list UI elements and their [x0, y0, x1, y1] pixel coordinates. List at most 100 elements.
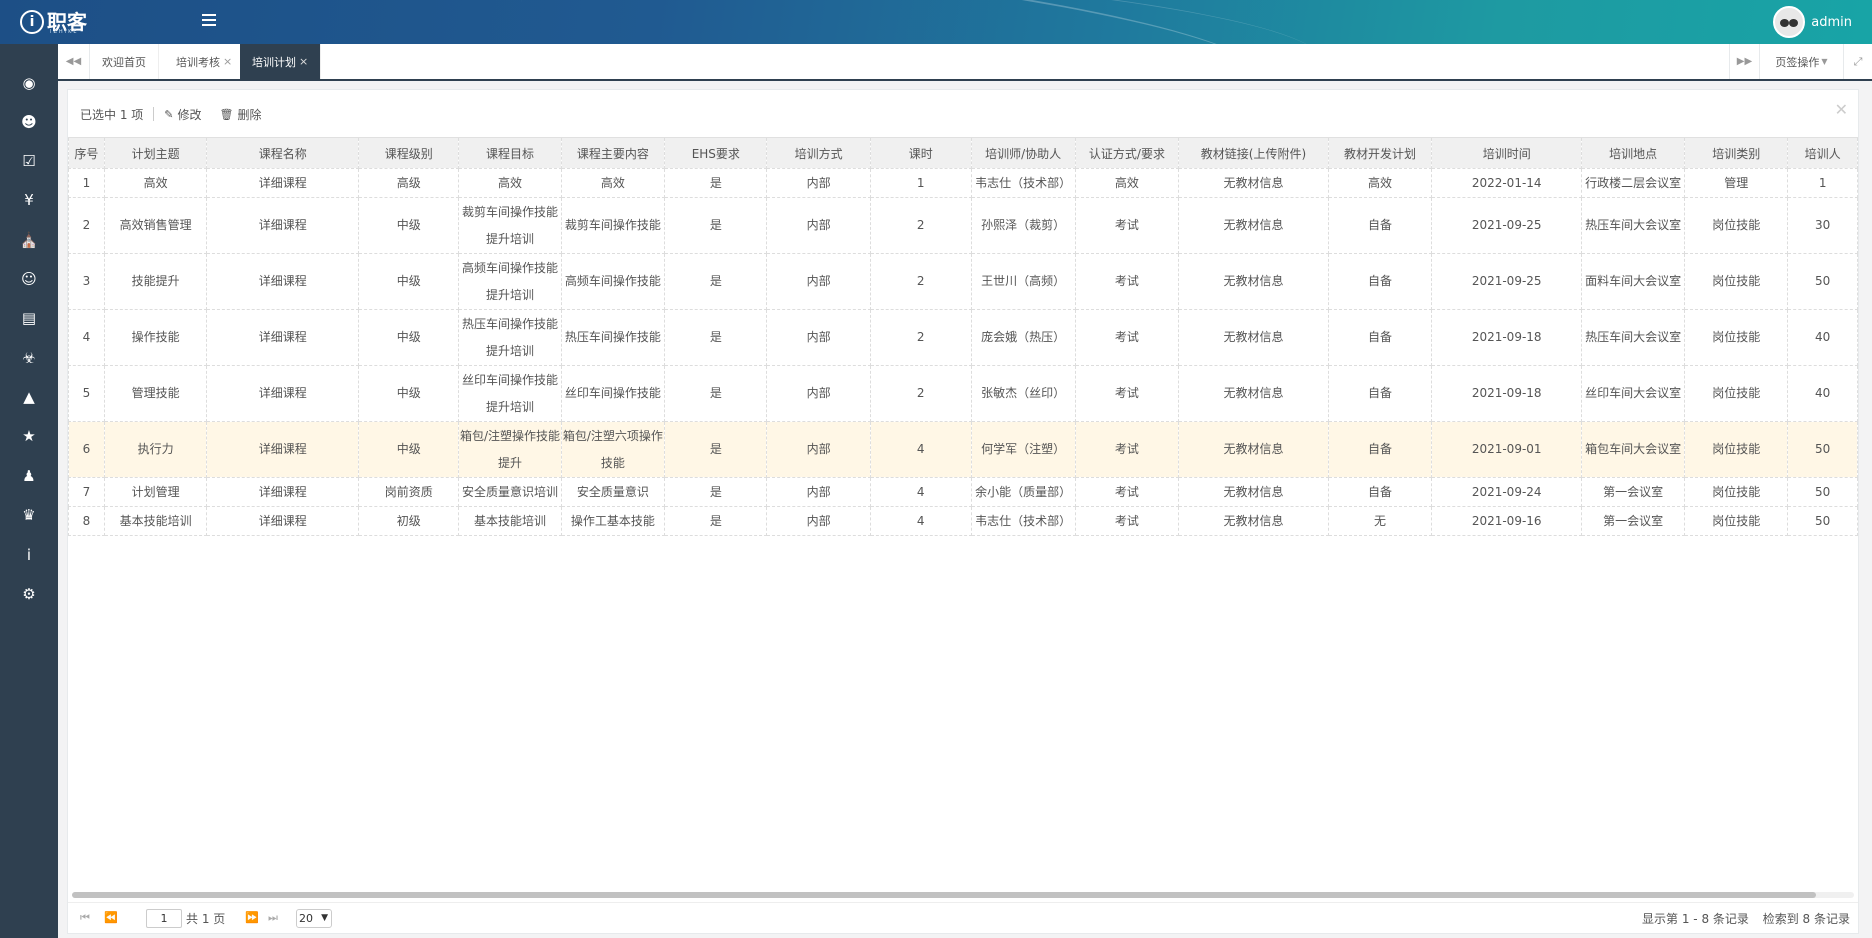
- table-cell: 高效: [1327, 168, 1433, 198]
- briefcase-icon[interactable]: ▤: [0, 300, 58, 336]
- column-header[interactable]: 课程目标: [458, 137, 562, 169]
- column-header[interactable]: 认证方式/要求: [1074, 137, 1180, 169]
- table-cell: 基本技能培训: [458, 506, 562, 536]
- table-row[interactable]: 7 计划管理 详细课程 岗前资质 安全质量意识培训 安全质量意识是内部 4 余小能（质量部）考…: [68, 477, 1858, 507]
- table-cell: 2021-09-16: [1431, 506, 1583, 536]
- column-header[interactable]: 课时: [869, 137, 972, 169]
- cogs-icon[interactable]: ⚙: [0, 576, 58, 612]
- page-size-select[interactable]: 20 ▼: [296, 909, 332, 928]
- table-cell: 第一会议室: [1581, 477, 1686, 507]
- table-cell: 韦志仕（技术部）: [970, 506, 1076, 536]
- table-cell: 30: [1787, 197, 1858, 254]
- column-header[interactable]: 培训地点: [1581, 137, 1686, 169]
- tab-close-icon[interactable]: ×: [223, 55, 232, 68]
- table-cell: 无教材信息: [1178, 506, 1329, 536]
- found-records: 检索到 8 条记录: [1762, 912, 1850, 926]
- users-icon[interactable]: ☻: [0, 104, 58, 140]
- table-row[interactable]: 2 高效销售管理 详细课程 中级 裁剪车间操作技能提升培训 裁剪车间操作技能是内部 2 孙熙泽…: [68, 197, 1858, 254]
- edit-button[interactable]: ✎ 修改: [164, 106, 201, 123]
- table-cell: 无教材信息: [1178, 197, 1329, 254]
- column-header[interactable]: 培训方式: [766, 137, 871, 169]
- delete-button[interactable]: 🗑 删除: [220, 106, 262, 123]
- column-header[interactable]: 教材开发计划: [1327, 137, 1433, 169]
- table-row[interactable]: 3 技能提升 详细课程 中级 高频车间操作技能提升培训 高频车间操作技能是内部 2 王世川（高…: [68, 253, 1858, 310]
- prev-page-icon[interactable]: ⏪: [104, 911, 118, 924]
- table-row[interactable]: 4 操作技能 详细课程 中级 热压车间操作技能提升培训 热压车间操作技能是内部 2 庞会娥（热…: [68, 309, 1858, 366]
- top-header: i 职客 IZHIKE admin: [0, 0, 1872, 44]
- table-cell: 技能提升: [103, 253, 208, 310]
- table-row[interactable]: 8 基本技能培训 详细课程 初级 基本技能培训 操作工基本技能是内部 4 韦志仕（技术部） 考试…: [68, 506, 1858, 536]
- column-header[interactable]: 培训师/协助人: [970, 137, 1076, 169]
- table-row[interactable]: 6 执行力 详细课程 中级 箱包/注塑操作技能提升 箱包/注塑六项操作技能是内部 4 何学军（…: [68, 421, 1858, 478]
- dashboard-icon[interactable]: ◉: [0, 65, 58, 101]
- table-cell: 7: [68, 477, 105, 507]
- column-header[interactable]: 序号: [68, 137, 105, 169]
- tab-label: 培训考核: [176, 55, 220, 69]
- column-header[interactable]: 教材链接(上传附件): [1178, 137, 1329, 169]
- user-menu[interactable]: admin: [1773, 6, 1852, 38]
- table-cell: 岗前资质: [358, 477, 460, 507]
- table-row[interactable]: 5 管理技能 详细课程 中级 丝印车间操作技能提升培训 丝印车间操作技能是内部 2 张敏杰（丝…: [68, 365, 1858, 422]
- info-icon[interactable]: i: [0, 537, 58, 573]
- divider: [153, 107, 155, 121]
- check-square-icon[interactable]: ☑: [0, 143, 58, 179]
- user-icon[interactable]: ♟: [0, 458, 58, 494]
- table-cell: 岗位技能: [1684, 309, 1789, 366]
- tab-training-plan[interactable]: 培训计划 ×: [240, 44, 322, 79]
- table-cell: 计划管理: [103, 477, 208, 507]
- column-header[interactable]: 培训时间: [1431, 137, 1583, 169]
- column-header[interactable]: 课程级别: [358, 137, 460, 169]
- column-header[interactable]: 培训类别: [1684, 137, 1789, 169]
- table-cell: 高级: [358, 168, 460, 198]
- table-cell: 2022-01-14: [1431, 168, 1583, 198]
- table-cell: 热压车间操作技能: [560, 309, 666, 366]
- table-cell: 高效: [458, 168, 562, 198]
- scrollbar-thumb[interactable]: [72, 892, 1816, 898]
- table-cell: 高效: [1074, 168, 1180, 198]
- table-cell: 内部: [766, 253, 871, 310]
- table-cell: 是: [664, 365, 768, 422]
- first-page-icon[interactable]: ⏮: [80, 911, 90, 925]
- table-cell: 2: [869, 253, 972, 310]
- table-cell: 无教材信息: [1178, 421, 1329, 478]
- fullscreen-icon[interactable]: ⤢: [1843, 44, 1872, 79]
- table-cell: 考试: [1074, 309, 1180, 366]
- tabs-scroll-right-icon[interactable]: ▶▶: [1729, 44, 1759, 79]
- menu-toggle-icon[interactable]: [202, 14, 216, 28]
- chevron-down-icon: ▼: [321, 913, 328, 923]
- close-icon[interactable]: ✕: [1835, 100, 1848, 119]
- table-cell: 自备: [1327, 477, 1433, 507]
- next-page-icon[interactable]: ⏩: [245, 911, 259, 924]
- tab-close-icon[interactable]: ×: [299, 55, 308, 68]
- table-cell: 内部: [766, 365, 871, 422]
- tab-operations-dropdown[interactable]: 页签操作 ▼: [1759, 44, 1843, 79]
- graduation-cap-icon[interactable]: ▲: [0, 379, 58, 415]
- table-cell: 3: [68, 253, 105, 310]
- tab-welcome[interactable]: 欢迎首页: [90, 44, 159, 79]
- last-page-icon[interactable]: ⏭: [268, 911, 278, 925]
- group-icon[interactable]: ☺: [0, 261, 58, 297]
- table-cell: 无教材信息: [1178, 365, 1329, 422]
- bank-icon[interactable]: ⛪: [0, 222, 58, 258]
- child-icon[interactable]: ★: [0, 418, 58, 454]
- tabs-scroll-left-icon[interactable]: ◀◀: [58, 44, 90, 79]
- page-number-input[interactable]: 1: [146, 909, 182, 928]
- column-header[interactable]: EHS要求: [664, 137, 768, 169]
- yen-icon[interactable]: ¥: [0, 182, 58, 218]
- table-cell: 1: [869, 168, 972, 198]
- trophy-icon[interactable]: ♛: [0, 497, 58, 533]
- table-cell: 1: [68, 168, 105, 198]
- table-cell: 自备: [1327, 365, 1433, 422]
- column-header[interactable]: 课程名称: [206, 137, 360, 169]
- column-header[interactable]: 课程主要内容: [560, 137, 666, 169]
- table-row[interactable]: 1 高效 详细课程 高级 高效 高效是内部 1 韦志仕（技术部） 高效 无教材信息 高效 2022-0…: [68, 168, 1858, 198]
- column-header[interactable]: 培训人: [1787, 137, 1858, 169]
- table-cell: 50: [1787, 421, 1858, 478]
- logo[interactable]: i 职客 IZHIKE: [20, 8, 87, 36]
- table-cell: 5: [68, 365, 105, 422]
- column-header[interactable]: 计划主题: [103, 137, 208, 169]
- table-cell: 无教材信息: [1178, 309, 1329, 366]
- tab-training-assessment[interactable]: 培训考核 ×: [164, 44, 246, 79]
- flask-icon[interactable]: ☣: [0, 340, 58, 376]
- horizontal-scrollbar[interactable]: [72, 892, 1854, 898]
